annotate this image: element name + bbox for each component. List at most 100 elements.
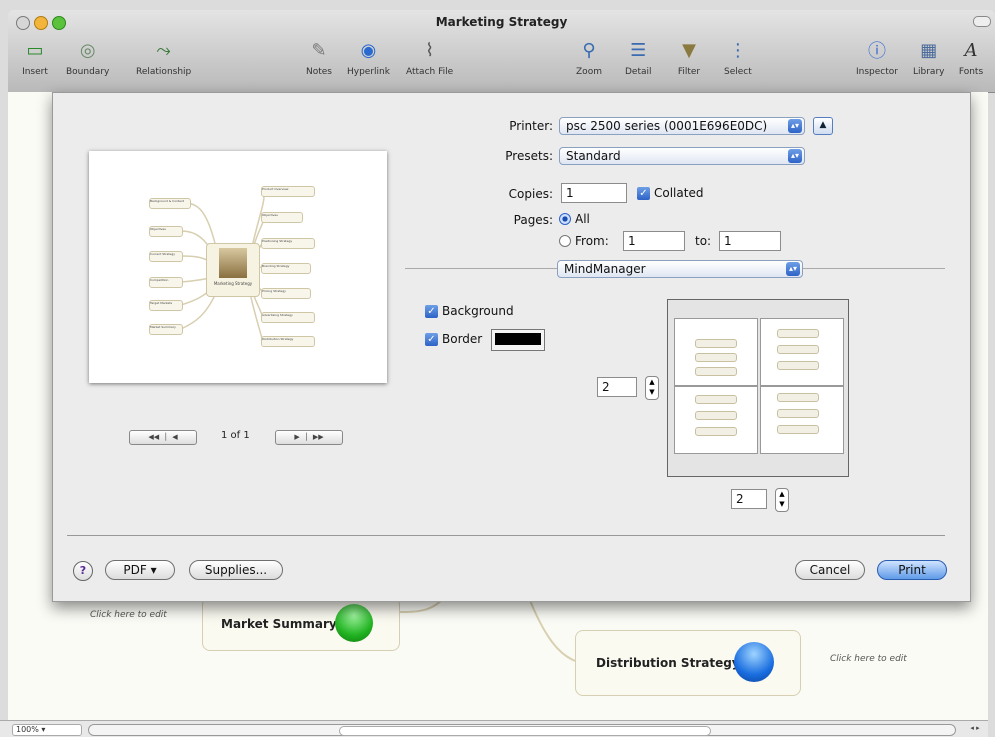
border-label: Border: [442, 332, 483, 346]
toolbar-filter[interactable]: ▼ Filter: [676, 38, 702, 78]
collated-label: Collated: [654, 186, 704, 200]
relationship-icon: ⤳: [156, 39, 171, 61]
bottom-divider: [67, 535, 945, 536]
copies-label: Copies:: [508, 187, 553, 201]
filter-icon: ▼: [682, 39, 696, 61]
help-icon: ?: [79, 564, 87, 577]
disclosure-button[interactable]: ▲: [813, 117, 833, 135]
pdf-menu-button[interactable]: PDF ▾: [105, 560, 175, 580]
pages-from-radio[interactable]: [559, 235, 571, 247]
pages-all-radio[interactable]: [559, 213, 571, 225]
collated-checkbox[interactable]: ✓: [637, 187, 650, 200]
zoom-icon: ⚲: [582, 39, 596, 61]
insert-icon: ▭: [26, 39, 44, 61]
print-sheet: Marketing Strategy Background & Context …: [52, 92, 971, 602]
border-color-well[interactable]: [491, 329, 545, 351]
to-page-field[interactable]: 1: [719, 231, 781, 251]
select-icon: ⋮: [728, 39, 747, 61]
photo-thumbnail: [219, 248, 247, 278]
pages-to-label: to:: [695, 234, 712, 248]
preview-node: Objectives: [149, 226, 183, 237]
toolbar-notes[interactable]: ✎ Notes: [306, 38, 332, 78]
pages-all-label: All: [575, 212, 590, 226]
updown-arrows-icon: ▴▾: [788, 119, 802, 133]
tile-bottom-right: [760, 386, 844, 454]
topic-distribution-strategy[interactable]: Distribution Strategy: [575, 630, 801, 696]
next-last-page-buttons[interactable]: ▶ │ ▶▶: [275, 430, 343, 445]
preview-node: Distribution Strategy: [261, 336, 315, 347]
cancel-button[interactable]: Cancel: [795, 560, 865, 580]
toolbar-boundary[interactable]: ◎ Boundary: [66, 38, 109, 78]
zoom-select[interactable]: 100% ▾: [12, 724, 82, 736]
scroll-arrows[interactable]: ◂ ▸: [960, 724, 990, 736]
boundary-icon: ◎: [79, 39, 96, 61]
preview-node: Branding Strategy: [261, 263, 311, 274]
paperclip-icon: ⌇: [425, 39, 434, 61]
detail-icon: ☰: [630, 39, 647, 61]
border-checkbox[interactable]: ✓: [425, 333, 438, 346]
triangle-up-icon: ▲: [819, 120, 827, 130]
background-checkbox[interactable]: ✓: [425, 305, 438, 318]
toolbar-attach-file[interactable]: ⌇ Attach File: [406, 38, 453, 78]
fonts-icon: A: [964, 39, 978, 61]
preview-node: Background & Context: [149, 198, 191, 209]
preview-node: Pricing Strategy: [261, 288, 311, 299]
first-prev-page-buttons[interactable]: ◀◀ │ ◀: [129, 430, 197, 445]
border-color-swatch: [495, 333, 541, 345]
tiles-across-stepper[interactable]: ▲ ▼: [645, 376, 659, 400]
toolbar-select[interactable]: ⋮ Select: [724, 38, 752, 78]
help-button[interactable]: ?: [73, 561, 93, 581]
pages-label: Pages:: [513, 213, 553, 227]
scrollbar-thumb[interactable]: [339, 726, 711, 736]
tiles-down-field[interactable]: 2: [731, 489, 767, 509]
supplies-button[interactable]: Supplies...: [189, 560, 283, 580]
toolbar-detail[interactable]: ☰ Detail: [625, 38, 652, 78]
preview-node: Positioning Strategy: [261, 238, 315, 249]
preview-node: Current Strategy: [149, 251, 183, 262]
preview-node: Advertising Strategy: [261, 312, 315, 323]
toolbar-zoom[interactable]: ⚲ Zoom: [576, 38, 602, 78]
topic-market-summary[interactable]: Market Summary: [202, 597, 400, 651]
presets-label: Presets:: [505, 149, 553, 163]
tile-layout-preview: [667, 299, 849, 477]
tile-top-left: [674, 318, 758, 386]
toolbar-inspector[interactable]: ⓘ Inspector: [856, 38, 898, 77]
from-page-field[interactable]: 1: [623, 231, 685, 251]
toolbar-fonts[interactable]: A Fonts: [958, 38, 984, 78]
copies-field[interactable]: 1: [561, 183, 627, 203]
toolbar-toggle-button[interactable]: [973, 16, 991, 27]
toolbar-insert[interactable]: ▭ Insert: [22, 38, 48, 78]
hyperlink-icon: ◉: [360, 39, 377, 61]
updown-arrows-icon: ▴▾: [786, 262, 800, 276]
toolbar-library[interactable]: ▦ Library: [913, 38, 944, 78]
print-button[interactable]: Print: [877, 560, 947, 580]
tiles-across-field[interactable]: 2: [597, 377, 637, 397]
print-preview: Marketing Strategy Background & Context …: [89, 151, 387, 383]
preview-node: Competition: [149, 277, 183, 288]
tile-top-right: [760, 318, 844, 386]
library-icon: ▦: [920, 39, 938, 61]
click-to-edit-hint[interactable]: Click here to edit: [90, 610, 167, 620]
pages-from-label: From:: [575, 234, 609, 248]
horizontal-scrollbar[interactable]: [88, 724, 956, 736]
preview-central-topic: Marketing Strategy: [206, 243, 260, 297]
background-label: Background: [442, 304, 514, 318]
printer-select[interactable]: psc 2500 series (0001E696E0DC) ▴▾: [559, 117, 805, 135]
window-toolbar: Marketing Strategy ▭ Insert ◎ Boundary ⤳…: [8, 10, 995, 93]
print-options-select[interactable]: MindManager ▴▾: [557, 260, 803, 278]
chevron-down-icon: ▾: [41, 725, 46, 734]
tiles-down-stepper[interactable]: ▲ ▼: [775, 488, 789, 512]
presets-select[interactable]: Standard ▴▾: [559, 147, 805, 165]
printer-label: Printer:: [509, 119, 553, 133]
tile-bottom-left: [674, 386, 758, 454]
notes-icon: ✎: [311, 39, 327, 61]
window-title: Marketing Strategy: [435, 15, 568, 29]
click-to-edit-hint[interactable]: Click here to edit: [830, 654, 907, 664]
updown-arrows-icon: ▴▾: [788, 149, 802, 163]
preview-node: Target Markets: [149, 300, 183, 311]
preview-node: Product Overview: [261, 186, 315, 197]
preview-node: Objectives: [261, 212, 303, 223]
toolbar-hyperlink[interactable]: ◉ Hyperlink: [347, 38, 390, 78]
toolbar-relationship[interactable]: ⤳ Relationship: [136, 38, 191, 78]
info-icon: ⓘ: [867, 41, 886, 62]
